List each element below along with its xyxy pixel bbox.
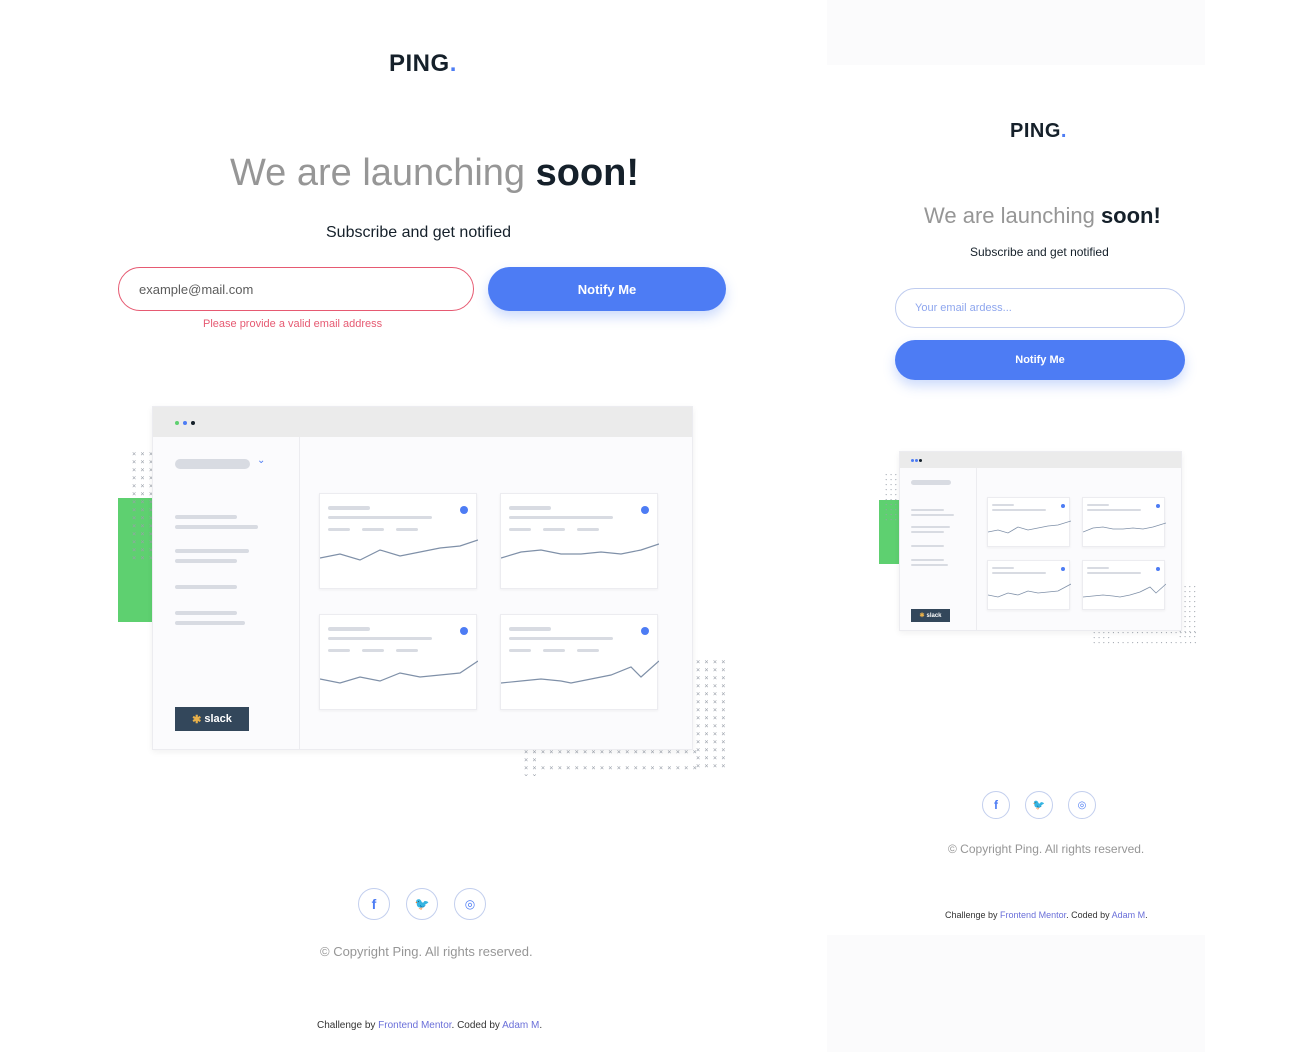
- instagram-icon[interactable]: ◎: [1068, 791, 1096, 819]
- twitter-icon[interactable]: 🐦: [1025, 791, 1053, 819]
- notify-button[interactable]: Notify Me: [895, 340, 1185, 380]
- subtitle: Subscribe and get notified: [326, 224, 512, 241]
- email-field[interactable]: [118, 267, 474, 311]
- mobile-view: PING. We are launching soon! Subscribe a…: [827, 0, 1205, 1052]
- copyright-text: © Copyright Ping. All rights reserved.: [948, 842, 1145, 856]
- facebook-icon[interactable]: f: [982, 791, 1010, 819]
- dot-pattern: × × × × × × × × × × × × × × × × × × × × × × ×…: [696, 658, 726, 770]
- dot-pattern: ∙ ∙ ∙ ∙ ∙ ∙ ∙ ∙ ∙ ∙ ∙ ∙ ∙ ∙ ∙ ∙ ∙ ∙ ∙ ∙ …: [1093, 630, 1197, 644]
- subtitle: Subscribe and get notified: [970, 245, 1109, 259]
- dashboard-illustration: × × × × × × × × × × × × × × × × × × × × × × × ×…: [118, 404, 730, 776]
- dot-pattern: ∙ ∙ ∙ ∙ ∙ ∙ ∙ ∙ ∙ ∙ ∙ ∙ ∙ ∙ ∙ ∙ ∙ ∙ ∙ ∙ ∙ ∙ ∙ ∙…: [885, 472, 898, 522]
- page-title: We are launching soon!: [924, 203, 1161, 228]
- browser-window: ⌄ ✱ slack: [152, 406, 693, 750]
- dashboard-illustration: ∙ ∙ ∙ ∙ ∙ ∙ ∙ ∙ ∙ ∙ ∙ ∙ ∙ ∙ ∙ ∙ ∙ ∙ ∙ ∙ ∙ ∙ ∙ ∙…: [879, 450, 1201, 646]
- twitter-icon[interactable]: 🐦: [406, 888, 438, 920]
- frontend-mentor-link[interactable]: Frontend Mentor: [378, 1020, 451, 1031]
- email-field[interactable]: [895, 288, 1185, 328]
- page-title: We are launching soon!: [230, 152, 640, 194]
- slack-logo: ✱ slack: [911, 609, 950, 622]
- desktop-view: PING. We are launching soon! Subscribe a…: [0, 0, 845, 1052]
- dot-pattern: × × × × × × × × × × × × × × × × × × × × …: [524, 748, 697, 776]
- browser-window: ✱ slack: [899, 451, 1182, 631]
- email-error-message: Please provide a valid email address: [203, 318, 383, 330]
- notify-button[interactable]: Notify Me: [488, 267, 726, 311]
- attribution: Challenge by Frontend Mentor. Coded by A…: [945, 910, 1148, 920]
- dot-pattern: × × × × × × × × × × × × × × × × × × × × × × × ×…: [132, 450, 154, 562]
- copyright-text: © Copyright Ping. All rights reserved.: [320, 944, 533, 959]
- author-link[interactable]: Adam M: [1112, 910, 1146, 920]
- attribution: Challenge by Frontend Mentor. Coded by A…: [317, 1020, 543, 1031]
- author-link[interactable]: Adam M: [502, 1020, 539, 1031]
- social-links: f 🐦 ◎: [358, 888, 486, 920]
- slack-logo: ✱ slack: [175, 707, 249, 731]
- social-links: f 🐦 ◎: [982, 791, 1096, 819]
- ping-logo[interactable]: PING.: [1010, 120, 1067, 143]
- frontend-mentor-link[interactable]: Frontend Mentor: [1000, 910, 1066, 920]
- instagram-icon[interactable]: ◎: [454, 888, 486, 920]
- facebook-icon[interactable]: f: [358, 888, 390, 920]
- ping-logo[interactable]: PING.: [389, 50, 457, 78]
